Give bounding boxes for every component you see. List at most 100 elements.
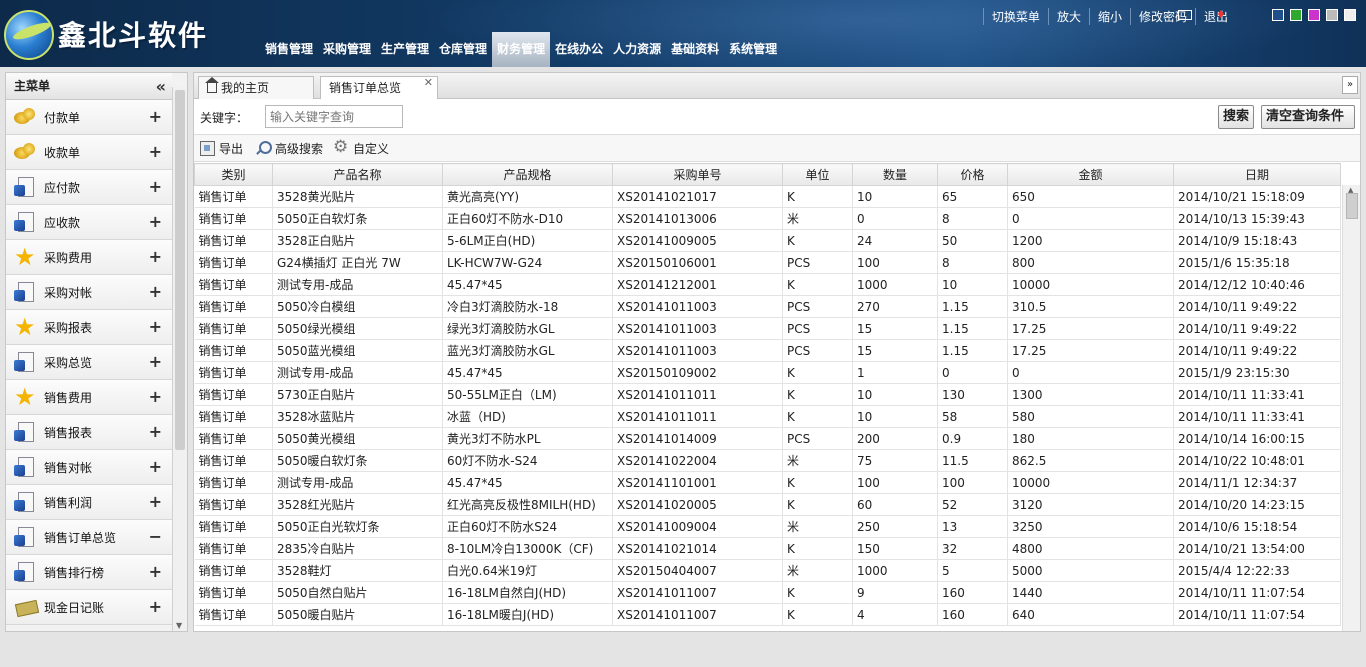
table-row[interactable]: 销售订单 5050暖白贴片 16-18LM暖白J(HD) XS20141011007 K… — [194, 603, 1341, 626]
grid-scrollbar[interactable]: ▲ — [1342, 185, 1360, 631]
table-row[interactable]: 销售订单 5050正白光软灯条 正白60灯不防水S24 XS20141009004 米 2… — [194, 515, 1341, 538]
sidebar-item[interactable]: 销售报表 + — [6, 415, 172, 450]
table-row[interactable]: 销售订单 5730正白贴片 50-55LM正白（LM) XS20141011011 K 1… — [194, 383, 1341, 406]
expand-icon[interactable]: + — [149, 107, 162, 126]
theme-green-icon[interactable] — [1290, 9, 1302, 21]
expand-icon[interactable]: + — [149, 597, 162, 616]
sidebar-item[interactable]: 采购总览 + — [6, 345, 172, 380]
expand-icon[interactable]: + — [149, 212, 162, 231]
nav-office[interactable]: 在线办公 — [550, 32, 608, 67]
collapse-icon[interactable]: − — [149, 527, 162, 546]
customize-button[interactable]: 自定义 — [333, 137, 389, 157]
table-row[interactable]: 销售订单 5050黄光模组 黄光3灯不防水PL XS20141014009 PCS 200… — [194, 427, 1341, 450]
sidebar-item[interactable]: 付款单 + — [6, 100, 172, 135]
table-row[interactable]: 销售订单 5050自然白贴片 16-18LM自然白J(HD) XS2014101100… — [194, 581, 1341, 604]
theme-blue-icon[interactable] — [1272, 9, 1284, 21]
column-header[interactable]: 类别 — [194, 163, 273, 186]
keyword-input[interactable] — [265, 105, 403, 128]
nav-basic-data[interactable]: 基础资料 — [666, 32, 724, 67]
sidebar-item[interactable]: 采购报表 + — [6, 310, 172, 345]
table-row[interactable]: 销售订单 3528鞋灯 白光0.64米19灯 XS20150404007 米 1000 5 5… — [194, 559, 1341, 582]
table-row[interactable]: 销售订单 3528红光贴片 红光高亮反极性8MILH(HD) XS2014102000… — [194, 493, 1341, 516]
table-row[interactable]: 销售订单 测试专用-成品 45.47*45 XS20141101001 K 100 100 1… — [194, 471, 1341, 494]
table-row[interactable]: 销售订单 测试专用-成品 45.47*45 XS20150109002 K 1 0 0 2015… — [194, 361, 1341, 384]
switch-menu-link[interactable]: 切换菜单 — [982, 8, 1048, 25]
table-row[interactable]: 销售订单 5050绿光模组 绿光3灯滴胶防水GL XS20141011003 PCS 15… — [194, 317, 1341, 340]
zoom-in-link[interactable]: 放大 — [1047, 8, 1089, 25]
table-cell: 5050暖白软灯条 — [272, 449, 443, 472]
nav-hr[interactable]: 人力资源 — [608, 32, 666, 67]
tab-home[interactable]: 我的主页 — [198, 76, 314, 99]
column-header[interactable]: 价格 — [937, 163, 1008, 186]
table-cell: 60灯不防水-S24 — [442, 449, 613, 472]
nav-sales[interactable]: 销售管理 — [260, 32, 318, 67]
expand-icon[interactable]: + — [149, 317, 162, 336]
sidebar-item[interactable]: 应收款 + — [6, 205, 172, 240]
document-icon — [14, 176, 38, 198]
sidebar-scroll-thumb[interactable] — [175, 90, 185, 450]
search-button[interactable]: 搜索 — [1218, 105, 1254, 129]
sidebar-item[interactable]: 现金日记账 + — [6, 590, 172, 625]
expand-icon[interactable]: + — [149, 282, 162, 301]
advanced-search-button[interactable]: 高级搜索 — [256, 140, 323, 157]
sidebar-item[interactable]: 收款单 + — [6, 135, 172, 170]
sidebar-item[interactable]: 销售利润 + — [6, 485, 172, 520]
column-header[interactable]: 采购单号 — [612, 163, 783, 186]
column-header[interactable]: 数量 — [852, 163, 938, 186]
table-row[interactable]: 销售订单 5050冷白模组 冷白3灯滴胶防水-18 XS20141011003 PCS 2… — [194, 295, 1341, 318]
table-cell: 150 — [852, 537, 938, 560]
sidebar-scrollbar[interactable]: ▼ — [172, 87, 187, 631]
sidebar-item[interactable]: 销售订单总览 − — [6, 520, 172, 555]
nav-finance[interactable]: 财务管理 — [492, 32, 551, 67]
sidebar-title: 主菜单 — [14, 79, 51, 93]
table-cell: 蓝光3灯滴胶防水GL — [442, 339, 613, 362]
table-row[interactable]: 销售订单 测试专用-成品 45.47*45 XS20141212001 K 1000 10 1… — [194, 273, 1341, 296]
theme-purple-icon[interactable] — [1308, 9, 1320, 21]
user-icon[interactable]: ♦ — [1216, 8, 1228, 21]
nav-purchase[interactable]: 采购管理 — [318, 32, 376, 67]
sidebar-item[interactable]: 采购对帐 + — [6, 275, 172, 310]
nav-warehouse[interactable]: 仓库管理 — [434, 32, 492, 67]
sidebar-item[interactable]: 销售费用 + — [6, 380, 172, 415]
column-header[interactable]: 日期 — [1173, 163, 1341, 186]
table-row[interactable]: 销售订单 3528正白贴片 5-6LM正白(HD) XS20141009005 K 24 5… — [194, 229, 1341, 252]
tab-menu-chevron-icon[interactable]: » — [1342, 76, 1358, 94]
sidebar-item[interactable]: 销售排行榜 + — [6, 555, 172, 590]
close-tab-icon[interactable]: ✕ — [424, 72, 433, 94]
expand-icon[interactable]: + — [149, 142, 162, 161]
expand-icon[interactable]: + — [149, 247, 162, 266]
expand-icon[interactable]: + — [149, 562, 162, 581]
grid-scroll-thumb[interactable] — [1346, 193, 1358, 219]
table-row[interactable]: 销售订单 G24横插灯 正白光 7W LK-HCW7W-G24 XS201501060… — [194, 251, 1341, 274]
column-header[interactable]: 金额 — [1007, 163, 1174, 186]
sidebar-item[interactable]: 销售对帐 + — [6, 450, 172, 485]
scroll-down-icon[interactable]: ▼ — [176, 621, 182, 630]
expand-icon[interactable]: + — [149, 457, 162, 476]
table-row[interactable]: 销售订单 5050蓝光模组 蓝光3灯滴胶防水GL XS20141011003 PCS 15… — [194, 339, 1341, 362]
table-row[interactable]: 销售订单 5050暖白软灯条 60灯不防水-S24 XS20141022004 米 75 1… — [194, 449, 1341, 472]
expand-icon[interactable]: + — [149, 387, 162, 406]
expand-icon[interactable]: + — [149, 492, 162, 511]
export-button[interactable]: 导出 — [200, 140, 243, 157]
table-row[interactable]: 销售订单 5050正白软灯条 正白60灯不防水-D10 XS20141013006 米 0… — [194, 207, 1341, 230]
expand-icon[interactable]: + — [149, 177, 162, 196]
nav-production[interactable]: 生产管理 — [376, 32, 434, 67]
mail-icon[interactable] — [1178, 10, 1192, 20]
collapse-sidebar-icon[interactable]: « — [156, 73, 166, 100]
table-row[interactable]: 销售订单 3528黄光贴片 黄光高亮(YY) XS20141021017 K 10 65 65… — [194, 185, 1341, 208]
column-header[interactable]: 产品名称 — [272, 163, 443, 186]
theme-white-icon[interactable] — [1344, 9, 1356, 21]
expand-icon[interactable]: + — [149, 422, 162, 441]
sidebar-item[interactable]: 应付款 + — [6, 170, 172, 205]
clear-conditions-button[interactable]: 清空查询条件 — [1261, 105, 1355, 129]
zoom-out-link[interactable]: 缩小 — [1088, 8, 1130, 25]
table-row[interactable]: 销售订单 2835冷白贴片 8-10LM冷白13000K（CF) XS20141021… — [194, 537, 1341, 560]
column-header[interactable]: 单位 — [782, 163, 853, 186]
column-header[interactable]: 产品规格 — [442, 163, 613, 186]
nav-system[interactable]: 系统管理 — [724, 32, 782, 67]
sidebar-item[interactable]: 采购费用 + — [6, 240, 172, 275]
expand-icon[interactable]: + — [149, 352, 162, 371]
table-row[interactable]: 销售订单 3528冰蓝贴片 冰蓝（HD) XS20141011011 K 10 58 580 2… — [194, 405, 1341, 428]
tab-sales-order-overview[interactable]: 销售订单总览 ✕ — [320, 76, 438, 99]
theme-gray-icon[interactable] — [1326, 9, 1338, 21]
